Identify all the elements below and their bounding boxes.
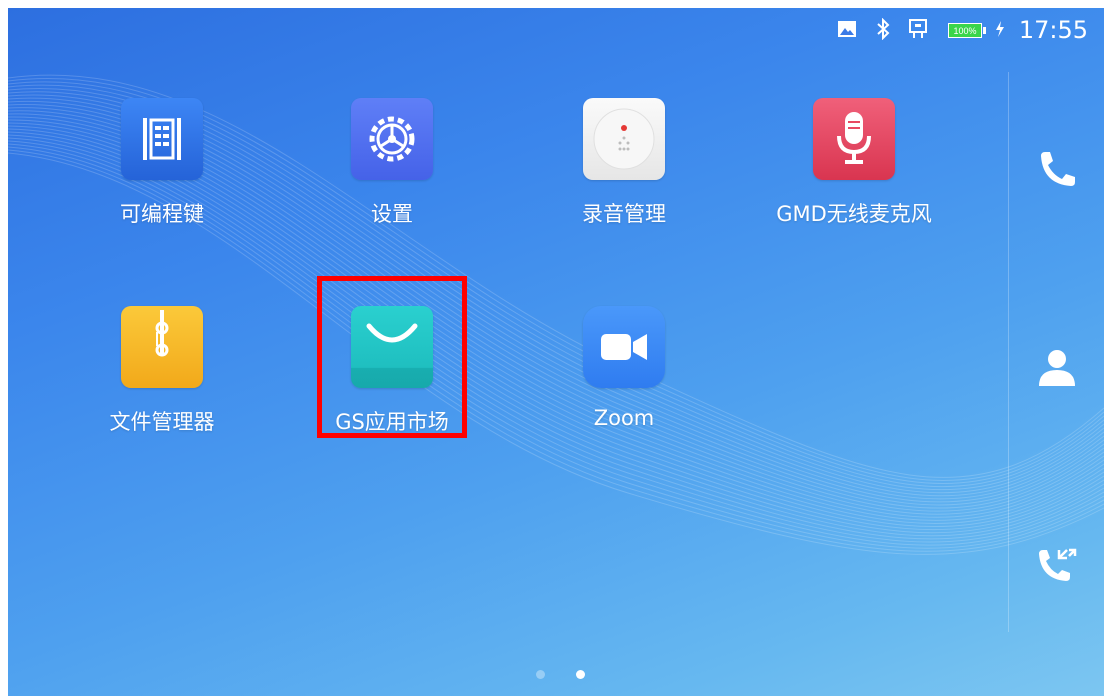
microphone-icon bbox=[813, 98, 895, 180]
file-manager-icon bbox=[121, 306, 203, 388]
status-time: 17:55 bbox=[1018, 16, 1088, 44]
app-label: GMD无线麦克风 bbox=[776, 202, 932, 226]
image-icon bbox=[836, 18, 858, 40]
charging-icon bbox=[993, 18, 1007, 40]
home-screen: 100% 17:55 可编程键 设置 录音管理 GMD无线麦克风 文件管理器 G… bbox=[8, 8, 1104, 696]
contacts-icon[interactable] bbox=[1033, 344, 1081, 392]
page-dot-2[interactable] bbox=[576, 670, 585, 679]
app-programmable-keys[interactable]: 可编程键 bbox=[72, 98, 252, 228]
app-recorder[interactable]: 录音管理 bbox=[534, 98, 714, 228]
call-history-icon[interactable] bbox=[1033, 544, 1081, 592]
zoom-camera-icon bbox=[583, 306, 665, 388]
bluetooth-icon bbox=[874, 18, 892, 40]
app-gmd-microphone[interactable]: GMD无线麦克风 bbox=[764, 98, 944, 228]
settings-gear-icon bbox=[351, 98, 433, 180]
recorder-icon bbox=[583, 98, 665, 180]
right-dock bbox=[1008, 72, 1104, 632]
battery-icon: 100% bbox=[948, 23, 982, 38]
app-settings[interactable]: 设置 bbox=[302, 98, 482, 228]
status-bar: 100% 17:55 bbox=[8, 8, 1104, 52]
app-label: Zoom bbox=[593, 406, 655, 430]
battery-tip bbox=[983, 27, 986, 34]
highlight-box bbox=[317, 276, 467, 438]
app-label: 录音管理 bbox=[582, 202, 666, 226]
app-label: 可编程键 bbox=[120, 202, 204, 226]
battery-text: 100% bbox=[953, 26, 977, 36]
programmable-keys-icon bbox=[121, 98, 203, 180]
app-zoom[interactable]: Zoom bbox=[534, 306, 714, 430]
app-file-manager[interactable]: 文件管理器 bbox=[72, 306, 252, 436]
phone-icon[interactable] bbox=[1033, 146, 1081, 194]
network-icon bbox=[906, 18, 930, 40]
app-label: 设置 bbox=[371, 202, 413, 226]
page-dot-1[interactable] bbox=[536, 670, 545, 679]
app-label: 文件管理器 bbox=[109, 410, 215, 434]
